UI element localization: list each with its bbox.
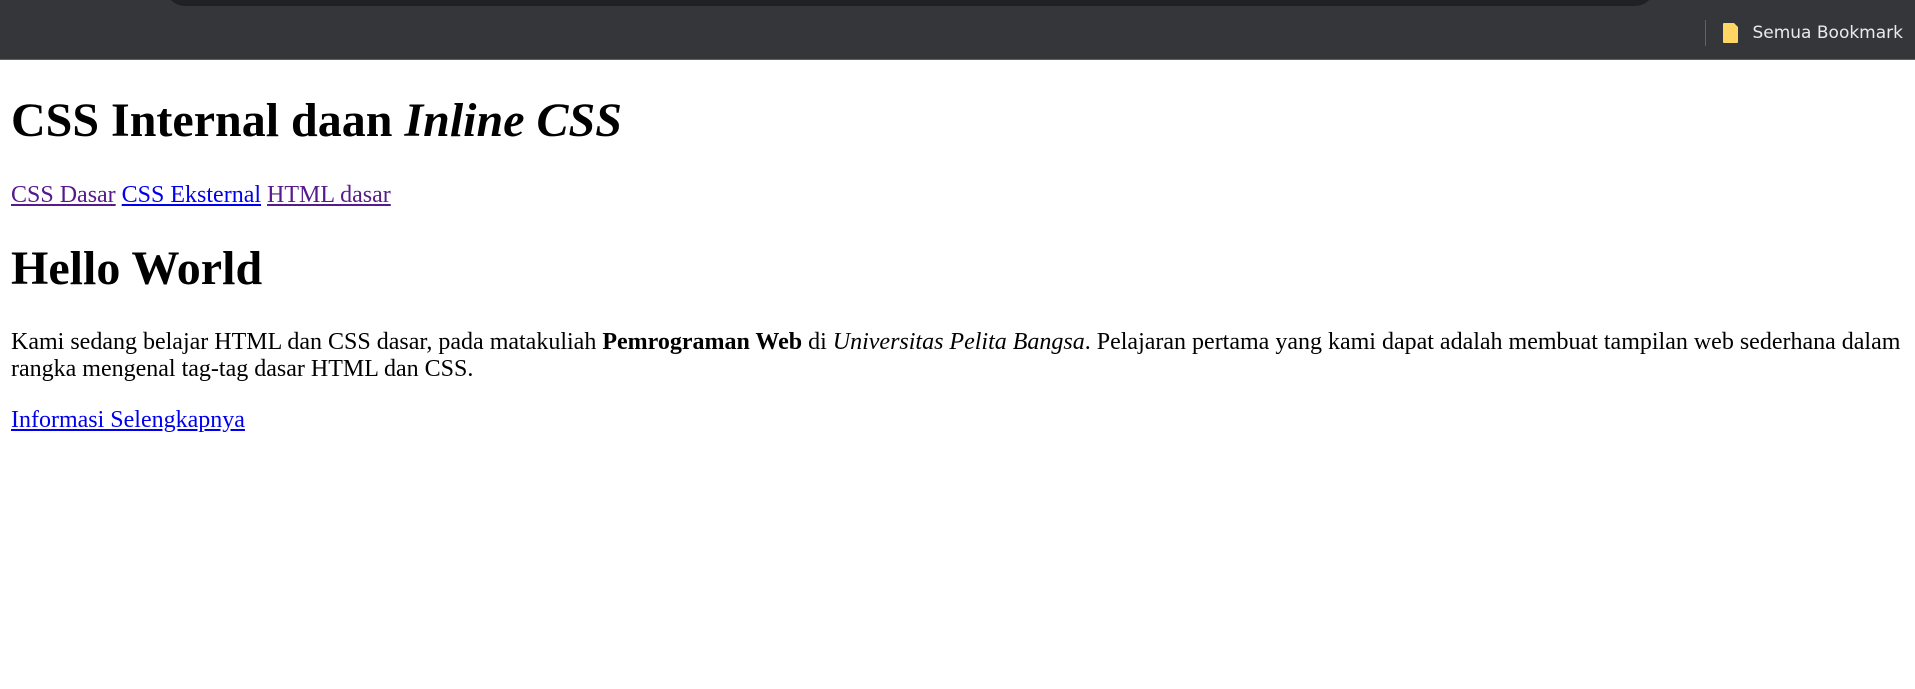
section-heading: Hello World (11, 242, 263, 295)
browser-toolbar: Semua Bookmark (0, 0, 1915, 60)
page-title-italic: Inline CSS (404, 94, 622, 147)
folder-icon (1722, 22, 1740, 44)
page-title: CSS Internal daan Inline CSS (11, 93, 1904, 149)
page-content: CSS Internal daan Inline CSS CSS Dasar C… (0, 93, 1915, 434)
all-bookmarks-button[interactable]: Semua Bookmark (1722, 18, 1915, 48)
bookmarks-bar: Semua Bookmark (1705, 18, 1915, 48)
all-bookmarks-label: Semua Bookmark (1752, 23, 1903, 43)
address-bar[interactable] (165, 0, 1655, 6)
more-info-link[interactable]: Informasi Selengkapnya (11, 407, 245, 433)
paragraph-text-2: di (802, 329, 833, 355)
page-title-normal: CSS Internal daan (11, 94, 405, 147)
nav-links: CSS Dasar CSS Eksternal HTML dasar (11, 181, 1904, 209)
nav-link-html-dasar[interactable]: HTML dasar (267, 182, 391, 208)
intro-paragraph: Kami sedang belajar HTML dan CSS dasar, … (11, 329, 1904, 383)
paragraph-text-1: Kami sedang belajar HTML dan CSS dasar, … (11, 329, 603, 355)
paragraph-bold-course: Pemrograman Web (602, 329, 803, 355)
more-info-paragraph: Informasi Selengkapnya (11, 407, 1904, 434)
nav-link-css-eksternal[interactable]: CSS Eksternal (122, 182, 261, 208)
paragraph-italic-university: Universitas Pelita Bangsa (832, 329, 1085, 355)
bookmarks-divider (1705, 20, 1707, 46)
nav-link-css-dasar[interactable]: CSS Dasar (11, 182, 116, 208)
